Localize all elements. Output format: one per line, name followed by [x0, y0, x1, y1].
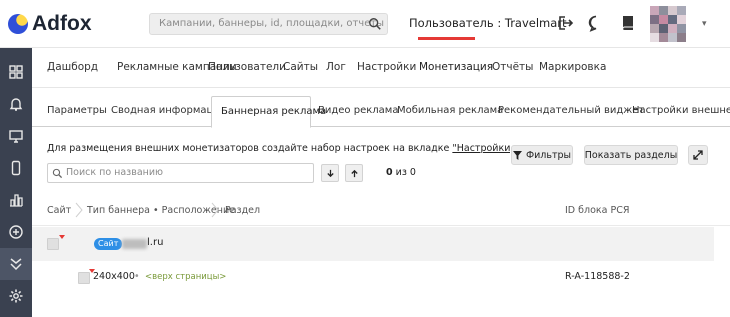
row-checkbox[interactable] — [78, 272, 90, 284]
nav-marking[interactable]: Маркировка — [539, 61, 606, 73]
nav-dashboard[interactable]: Дашборд — [47, 61, 98, 73]
search-counter-value: 0 — [386, 167, 393, 178]
info-text: Для размещения внешних монетизаторов соз… — [47, 143, 510, 157]
monetization-icon — [10, 258, 22, 271]
global-search-placeholder: Кампании, баннеры, id, площадки, отчеты — [159, 18, 385, 29]
sidebar-item-reports[interactable] — [0, 184, 32, 216]
breadcrumb-site: Сайт — [47, 205, 72, 216]
search-counter: 0 из 0 — [386, 167, 416, 178]
expand-icon — [693, 150, 703, 160]
separator-dot: • — [134, 271, 140, 282]
search-icon — [52, 168, 63, 179]
logo[interactable]: Adfox — [8, 12, 92, 36]
global-search[interactable]: Кампании, баннеры, id, площадки, отчеты — [149, 13, 388, 35]
logo-mark-icon — [8, 14, 28, 34]
nav-monetization[interactable]: Монетизация — [419, 61, 493, 73]
show-sections-button-label: Показать разделы — [584, 149, 678, 161]
breadcrumb-separator-icon — [75, 202, 83, 218]
nav-active-indicator — [418, 37, 475, 40]
chart-icon — [10, 194, 23, 207]
arrow-down-icon — [326, 169, 334, 177]
filters-button[interactable]: Фильтры — [511, 145, 573, 165]
show-sections-button[interactable]: Показать разделы — [584, 145, 678, 165]
dashboard-icon — [9, 65, 23, 79]
sidebar-item-dashboard[interactable] — [0, 56, 32, 88]
site-domain[interactable]: l.ru — [147, 237, 163, 248]
plus-circle-icon — [9, 225, 23, 239]
sidebar-item-settings[interactable] — [0, 280, 32, 312]
chevron-down-icon[interactable]: ▾ — [702, 19, 707, 29]
search-icon[interactable] — [368, 17, 382, 31]
logout-icon[interactable] — [556, 14, 574, 32]
nav-sites[interactable]: Сайты — [283, 61, 318, 73]
tab-mobile-ads[interactable]: Мобильная реклама — [397, 105, 503, 116]
nav-log[interactable]: Лог — [326, 61, 346, 73]
flag-marker-icon — [59, 235, 65, 239]
next-result-button[interactable] — [321, 164, 339, 182]
bell-icon — [9, 98, 23, 111]
main-nav: Дашборд Рекламные кампании Пользователи … — [32, 48, 730, 88]
nav-settings[interactable]: Настройки — [357, 61, 416, 73]
column-header-id: ID блока РСЯ — [565, 205, 630, 216]
user-label: Пользователь : Travelmart — [409, 16, 567, 30]
block-id: R-A-118588-2 — [565, 271, 630, 282]
avatar[interactable] — [650, 6, 686, 42]
tab-video-ads[interactable]: Видео реклама — [318, 105, 398, 116]
row-checkbox[interactable] — [47, 238, 59, 250]
sidebar-item-monetization[interactable] — [0, 248, 32, 280]
tab-banner-ads-label: Баннерная реклама — [221, 106, 327, 117]
prev-result-button[interactable] — [345, 164, 363, 182]
sidebar-item-desktop[interactable] — [0, 120, 32, 152]
top-header: Adfox Кампании, баннеры, id, площадки, о… — [0, 0, 730, 48]
tab-external-settings[interactable]: Настройки внешней мо — [632, 105, 730, 116]
arrow-up-icon — [350, 169, 358, 177]
name-search-field[interactable] — [47, 163, 314, 183]
expand-button[interactable] — [688, 145, 708, 165]
mobile-icon — [11, 160, 21, 176]
table-header: Сайт Тип баннера • Расположение Раздел I… — [32, 196, 730, 226]
breadcrumb-separator-icon — [211, 202, 219, 218]
name-search-input[interactable] — [66, 167, 306, 178]
filters-button-label: Фильтры — [525, 149, 572, 161]
banner-position: <верх страницы> — [145, 272, 227, 282]
tab-summary[interactable]: Сводная информация — [111, 105, 226, 116]
sub-tabs: Параметры Сводная информация Баннерная р… — [32, 96, 730, 128]
breadcrumb-section: Раздел — [225, 205, 261, 216]
site-badge: Сайт — [94, 238, 123, 250]
monitor-icon — [9, 130, 23, 143]
tab-recommendation-widget[interactable]: Рекомендательный виджет — [498, 105, 644, 116]
tab-banner-ads[interactable]: Баннерная реклама — [211, 96, 326, 128]
chat-icon[interactable] — [587, 14, 605, 32]
sidebar-item-notifications[interactable] — [0, 88, 32, 120]
sidebar-item-mobile[interactable] — [0, 152, 32, 184]
logo-text: Adfox — [32, 12, 92, 35]
filter-icon — [512, 150, 522, 160]
search-counter-suffix: из 0 — [395, 167, 416, 178]
nav-reports[interactable]: Отчёты — [492, 61, 533, 73]
app-window: Adfox Кампании, баннеры, id, площадки, о… — [0, 0, 730, 317]
table-row-site[interactable]: Сайт l.ru — [32, 227, 714, 261]
gear-icon — [9, 289, 23, 303]
tab-parameters[interactable]: Параметры — [47, 105, 107, 116]
sidebar-item-create[interactable] — [0, 216, 32, 248]
nav-users[interactable]: Пользователи — [208, 61, 286, 73]
sidebar — [0, 48, 32, 317]
redacted-domain — [122, 239, 147, 249]
table-row[interactable]: 240x400 • <верх страницы> R-A-118588-2 — [32, 261, 730, 295]
info-message: Для размещения внешних монетизаторов соз… — [47, 143, 453, 154]
external-settings-link[interactable]: "Настройки внешней монетизации" — [452, 143, 510, 154]
book-icon[interactable] — [619, 14, 637, 32]
banner-size: 240x400 — [93, 271, 135, 282]
